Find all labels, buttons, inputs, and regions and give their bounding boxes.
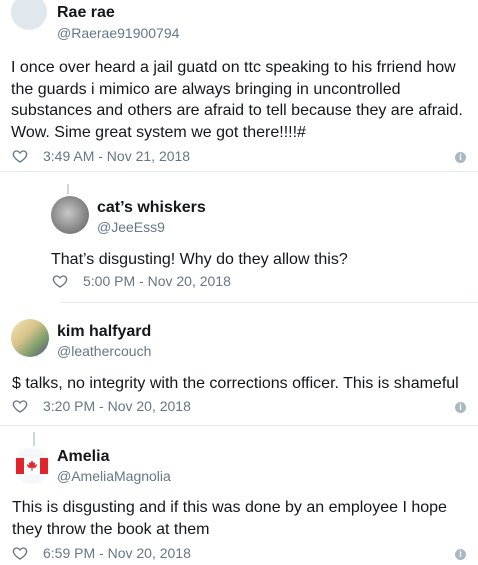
- avatar-placeholder[interactable]: [11, 0, 47, 30]
- tweet-card-3: kim halfyard @leathercouch $ talks, no i…: [0, 303, 478, 425]
- author-name[interactable]: kim halfyard: [57, 323, 151, 341]
- heart-outline-icon[interactable]: [52, 273, 68, 289]
- tweet-text: That’s disgusting! Why do they allow thi…: [51, 251, 348, 268]
- author-handle[interactable]: @AmeliaMagnolia: [57, 468, 171, 484]
- avatar-illustration[interactable]: [11, 319, 49, 357]
- tweet-timestamp[interactable]: 6:59 PM - Nov 20, 2018: [43, 545, 191, 561]
- heart-outline-icon[interactable]: [12, 398, 28, 414]
- info-icon[interactable]: i: [455, 549, 466, 560]
- heart-outline-icon[interactable]: [12, 545, 28, 561]
- tweet-meta: 6:59 PM - Nov 20, 2018: [12, 545, 191, 561]
- author-name[interactable]: cat’s whiskers: [97, 199, 206, 217]
- tweet-card-1: Rae rae @Raerae91900794 I once over hear…: [0, 0, 478, 170]
- avatar-cat[interactable]: [51, 196, 89, 234]
- canada-flag-icon: [16, 458, 48, 474]
- heart-outline-icon[interactable]: [12, 148, 28, 164]
- tweet-meta: 3:20 PM - Nov 20, 2018: [12, 398, 191, 414]
- tweet-text: I once over heard a jail guatd on ttc sp…: [11, 59, 463, 141]
- author-handle[interactable]: @JeeEss9: [97, 219, 165, 235]
- tweet-text: $ talks, no integrity with the correctio…: [12, 375, 459, 392]
- tweet-meta: 3:49 AM - Nov 21, 2018: [12, 148, 190, 164]
- info-icon[interactable]: i: [455, 152, 466, 163]
- tweet-timestamp[interactable]: 5:00 PM - Nov 20, 2018: [83, 273, 231, 289]
- author-name[interactable]: Amelia: [57, 448, 109, 466]
- tweet-text: This is disgusting and if this was done …: [12, 499, 447, 538]
- tweet-card-2: cat’s whiskers @JeeEss9 That’s disgustin…: [0, 172, 478, 302]
- info-icon[interactable]: i: [455, 402, 466, 413]
- author-handle[interactable]: @Raerae91900794: [57, 25, 179, 41]
- tweet-card-4: Amelia @AmeliaMagnolia This is disgustin…: [0, 426, 478, 565]
- tweet-timestamp[interactable]: 3:20 PM - Nov 20, 2018: [43, 398, 191, 414]
- tweet-meta: 5:00 PM - Nov 20, 2018: [52, 273, 231, 289]
- avatar-canada-flag[interactable]: [14, 448, 50, 484]
- author-name[interactable]: Rae rae: [57, 4, 115, 22]
- author-handle[interactable]: @leathercouch: [57, 343, 151, 359]
- tweet-timestamp[interactable]: 3:49 AM - Nov 21, 2018: [43, 148, 190, 164]
